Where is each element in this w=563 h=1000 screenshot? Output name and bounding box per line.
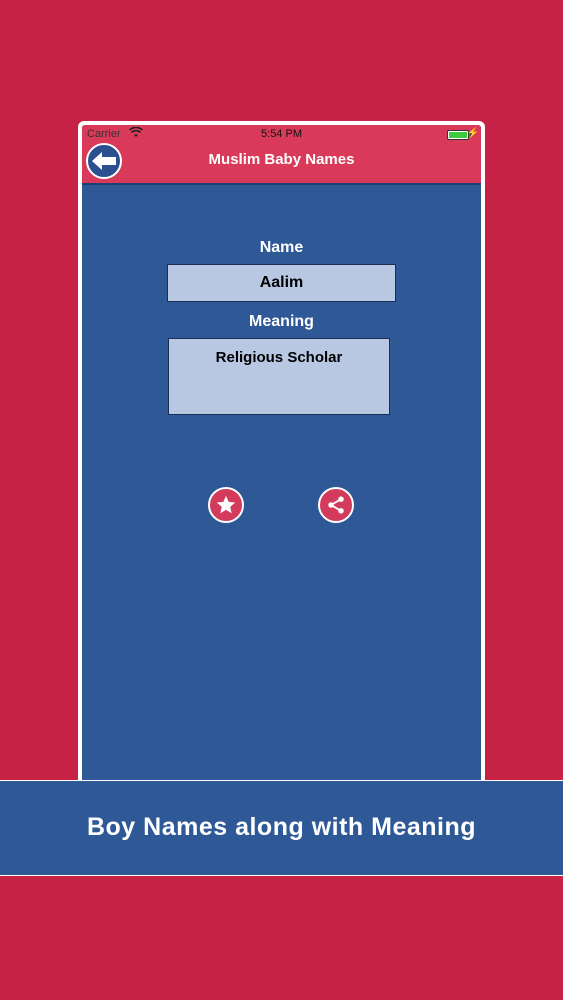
share-button[interactable] xyxy=(318,487,354,523)
status-bar: Carrier 5:54 PM ⚡ xyxy=(82,125,481,143)
meaning-label: Meaning xyxy=(249,313,314,330)
app-screen: Carrier 5:54 PM ⚡ Muslim Baby Names Name… xyxy=(82,125,481,801)
phone-frame: Carrier 5:54 PM ⚡ Muslim Baby Names Name… xyxy=(78,121,485,801)
name-field: Aalim xyxy=(167,264,396,302)
name-label: Name xyxy=(259,239,304,256)
share-icon xyxy=(328,496,344,514)
banner-text: Boy Names along with Meaning xyxy=(86,813,477,841)
promo-banner: Boy Names along with Meaning xyxy=(0,780,563,876)
meaning-field: Religious Scholar xyxy=(168,338,390,415)
charging-icon: ⚡ xyxy=(466,128,479,139)
favorite-button[interactable] xyxy=(208,487,244,523)
star-icon xyxy=(216,495,236,514)
status-time: 5:54 PM xyxy=(261,128,302,140)
navigation-bar: Muslim Baby Names xyxy=(82,143,481,185)
page-title: Muslim Baby Names xyxy=(208,151,355,168)
